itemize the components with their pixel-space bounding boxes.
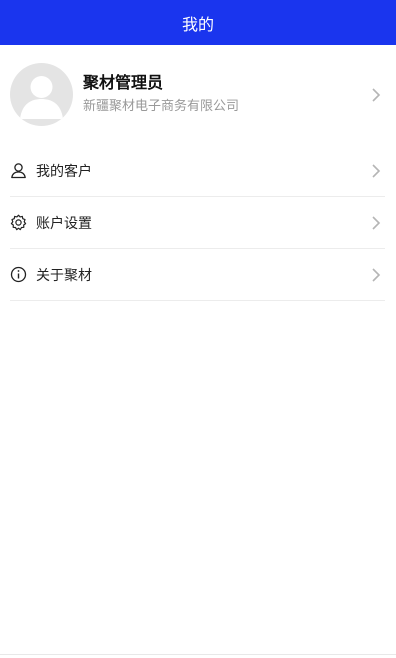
menu-item-account-settings[interactable]: 账户设置 xyxy=(10,197,385,249)
profile-company: 新疆聚材电子商务有限公司 xyxy=(83,99,240,114)
profile-info: 聚材管理员 新疆聚材电子商务有限公司 xyxy=(83,73,239,115)
bottom-divider xyxy=(0,654,396,655)
gear-icon xyxy=(10,214,27,231)
menu-item-my-customers[interactable]: 我的客户 xyxy=(10,145,385,197)
chevron-right-icon xyxy=(372,268,381,282)
info-icon xyxy=(10,266,27,283)
menu-item-label: 关于聚材 xyxy=(36,267,92,284)
profile-screen: 我的 聚材管理员 新疆聚材电子商务有限公司 我的客户 账户设置 关于聚材 xyxy=(0,0,396,658)
page-title: 我的 xyxy=(181,14,214,34)
chevron-right-icon xyxy=(372,88,381,102)
chevron-right-icon xyxy=(372,216,381,230)
menu-item-about[interactable]: 关于聚材 xyxy=(10,249,385,301)
default-avatar-icon xyxy=(20,76,63,119)
menu-item-label: 账户设置 xyxy=(36,215,92,232)
menu-list: 我的客户 账户设置 关于聚材 xyxy=(0,145,396,301)
profile-card[interactable]: 聚材管理员 新疆聚材电子商务有限公司 xyxy=(0,45,396,145)
user-icon xyxy=(10,162,27,179)
menu-item-label: 我的客户 xyxy=(36,163,92,180)
top-bar: 我的 xyxy=(0,0,396,45)
avatar[interactable] xyxy=(10,63,73,126)
profile-name: 聚材管理员 xyxy=(83,73,164,92)
chevron-right-icon xyxy=(372,164,381,178)
